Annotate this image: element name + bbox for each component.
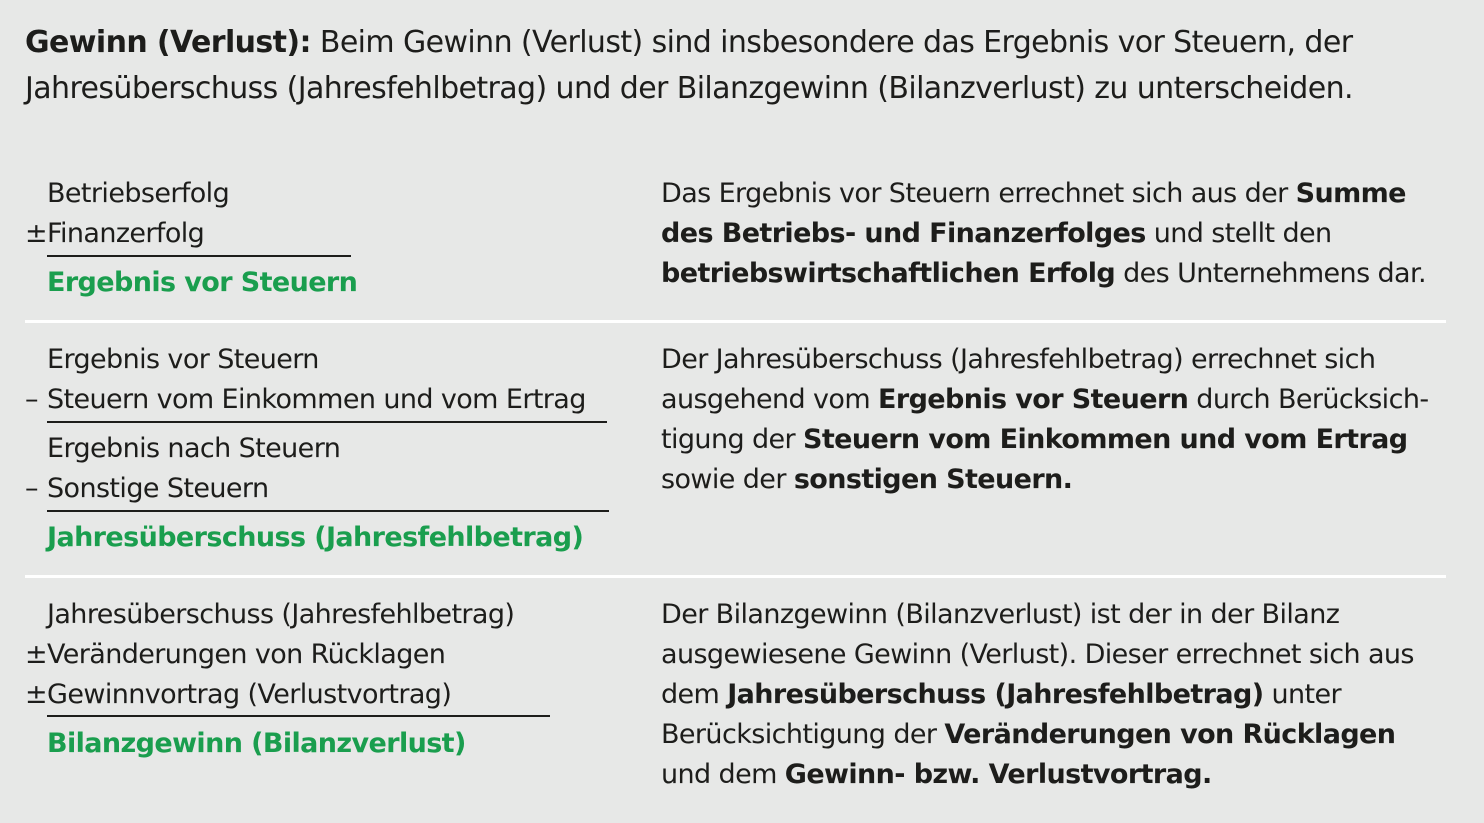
calc-label: Veränderungen von Rücklagen: [47, 639, 446, 670]
section-bilanzgewinn: Jahresüberschuss (Jahresfehlbetrag) ±Ver…: [25, 595, 1445, 805]
calc-label: Ergebnis nach Steuern: [47, 433, 341, 464]
calc-line: ±Finanzerfolg: [25, 214, 205, 254]
calc-result: Jahresüberschuss (Jahresfehlbetrag): [47, 522, 584, 553]
desc-text: des Unternehmens dar.: [1115, 258, 1427, 289]
calc-operator: ±: [25, 679, 48, 710]
calc-label: Finanzerfolg: [47, 218, 205, 249]
section-description: Der Bilanzgewinn (Bilanzverlust) ist der…: [661, 595, 1451, 795]
calc-line: Ergebnis vor Steuern: [25, 340, 319, 380]
desc-bold-text: Gewinn- bzw. Verlustvortrag.: [784, 759, 1212, 790]
calc-line: Ergebnis nach Steuern: [25, 429, 341, 469]
calc-label: Ergebnis vor Steuern: [47, 344, 319, 375]
calc-operator: –: [25, 473, 39, 504]
intro-paragraph: Gewinn (Verlust): Beim Gewinn (Verlust) …: [25, 20, 1445, 112]
section-ergebnis-vor-steuern: Betriebserfolg ±Finanzerfolg Ergebnis vo…: [25, 174, 1445, 304]
calc-result: Bilanzgewinn (Bilanzverlust): [47, 728, 466, 759]
desc-text: und dem: [661, 759, 785, 790]
sum-rule: [47, 255, 351, 257]
desc-bold-text: Steuern vom Einkommen und vom Ertrag: [803, 424, 1408, 455]
calc-result: Ergebnis vor Steuern: [47, 267, 358, 298]
section-description: Der Jahresüberschuss (Jahresfehlbetrag) …: [661, 340, 1451, 500]
sum-rule: [47, 510, 609, 512]
calc-label: Gewinnvortrag (Verlustvortrag): [47, 679, 452, 710]
page: Gewinn (Verlust): Beim Gewinn (Verlust) …: [0, 0, 1484, 823]
calc-line: ±Gewinnvortrag (Verlustvortrag): [25, 675, 452, 715]
sum-rule: [47, 715, 550, 717]
calc-line: – Steuern vom Einkommen und vom Ertrag: [25, 380, 586, 420]
calc-label: Sonstige Steuern: [47, 473, 269, 504]
section-divider: [25, 575, 1446, 578]
sum-rule: [47, 421, 607, 423]
calc-operator: ±: [25, 218, 48, 249]
calc-operator: –: [25, 384, 39, 415]
calc-line: Betriebserfolg: [25, 174, 230, 214]
section-description: Das Ergebnis vor Steuern errechnet sich …: [661, 174, 1451, 294]
calc-line: Jahresüberschuss (Jahresfehlbetrag): [25, 595, 515, 635]
desc-text: und stellt den: [1145, 218, 1332, 249]
desc-text: Das Ergebnis vor Steuern errechnet sich …: [661, 178, 1296, 209]
calc-operator: ±: [25, 639, 48, 670]
section-divider: [25, 320, 1446, 323]
calc-label: Steuern vom Einkommen und vom Ertrag: [47, 384, 586, 415]
desc-bold-text: Jahresüberschuss (Jahresfehlbetrag): [727, 679, 1264, 710]
calc-label: Betriebserfolg: [47, 178, 230, 209]
desc-bold-text: Veränderungen von Rücklagen: [944, 719, 1396, 750]
calc-label: Jahresüberschuss (Jahresfehlbetrag): [47, 599, 515, 630]
desc-bold-text: sonstigen Steuern.: [793, 464, 1073, 495]
desc-bold-text: Ergebnis vor Steuern: [878, 384, 1189, 415]
calc-line: – Sonstige Steuern: [25, 469, 269, 509]
calc-line: ±Veränderungen von Rücklagen: [25, 635, 446, 675]
desc-bold-text: betriebswirtschaftlichen Erfolg: [661, 258, 1116, 289]
section-jahresueberschuss: Ergebnis vor Steuern – Steuern vom Einkom…: [25, 340, 1445, 560]
desc-text: sowie der: [661, 464, 794, 495]
intro-term: Gewinn (Verlust):: [25, 25, 312, 60]
